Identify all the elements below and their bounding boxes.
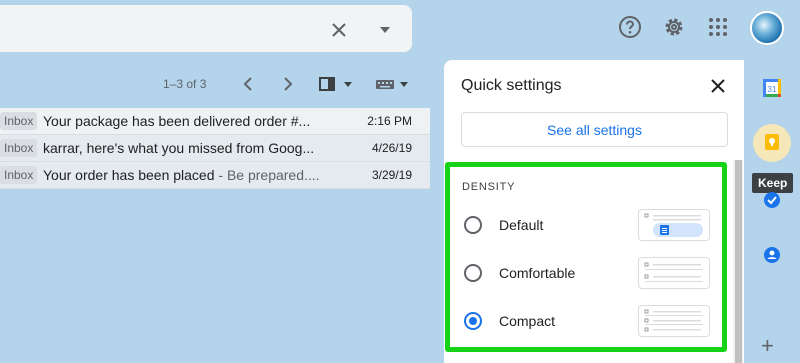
close-icon[interactable] <box>327 18 351 42</box>
comfortable-preview-icon <box>644 262 703 282</box>
mail-text: Your order has been placed - Be prepared… <box>43 167 325 183</box>
inbox-label[interactable]: Inbox <box>0 166 37 184</box>
density-default-label[interactable]: Default <box>499 217 543 233</box>
close-icon[interactable] <box>707 75 729 97</box>
quick-settings-title: Quick settings <box>461 77 562 94</box>
mail-subject: Your order has been placed <box>43 167 215 183</box>
density-comfortable-radio[interactable] <box>464 264 482 282</box>
pager-count: 1–3 of 3 <box>163 77 207 91</box>
mail-text: karrar, here's what you missed from Goog… <box>43 140 325 156</box>
density-default-radio[interactable] <box>464 216 482 234</box>
inbox-label[interactable]: Inbox <box>0 139 37 157</box>
density-comfortable-preview[interactable] <box>638 257 710 289</box>
add-icon[interactable]: + <box>761 333 774 359</box>
side-rail <box>745 60 800 363</box>
table-row[interactable]: Inbox Your order has been placed - Be pr… <box>0 162 430 189</box>
density-compact-label[interactable]: Compact <box>499 313 555 329</box>
caret-down-icon[interactable] <box>373 18 397 42</box>
density-compact-radio[interactable] <box>464 312 482 330</box>
chevron-left-icon[interactable] <box>238 74 258 94</box>
scrollbar-thumb[interactable] <box>735 160 742 363</box>
mail-list: Inbox Your package has been delivered or… <box>0 108 430 189</box>
tasks-icon[interactable] <box>762 190 782 210</box>
mail-time: 3/29/19 <box>371 168 412 182</box>
help-icon[interactable] <box>617 14 643 40</box>
split-pane-icon[interactable] <box>318 74 354 94</box>
calendar-icon[interactable]: 31 <box>762 78 782 98</box>
avatar[interactable] <box>750 11 784 45</box>
keep-icon[interactable] <box>762 133 782 153</box>
compact-preview-icon <box>644 309 703 332</box>
chevron-right-icon[interactable] <box>278 74 298 94</box>
see-all-settings-button[interactable]: See all settings <box>461 112 728 147</box>
mail-snippet: - Be prepared.... <box>214 167 320 183</box>
calendar-day: 31 <box>768 85 777 94</box>
mail-subject: Your package has been delivered order #.… <box>43 113 311 129</box>
mail-text: Your package has been delivered order #.… <box>43 113 325 129</box>
default-preview-icon <box>644 213 703 237</box>
contacts-icon[interactable] <box>762 245 782 265</box>
gear-icon[interactable] <box>661 14 687 40</box>
density-compact-preview[interactable] <box>638 305 710 337</box>
density-title: DENSITY <box>462 181 516 193</box>
table-row[interactable]: Inbox Your package has been delivered or… <box>0 108 430 135</box>
mail-subject: karrar, here's what you missed from Goog… <box>43 140 315 156</box>
keyboard-icon[interactable] <box>374 74 410 94</box>
density-default-preview[interactable] <box>638 209 710 241</box>
inbox-label[interactable]: Inbox <box>0 112 37 130</box>
density-comfortable-label[interactable]: Comfortable <box>499 265 575 281</box>
table-row[interactable]: Inbox karrar, here's what you missed fro… <box>0 135 430 162</box>
mail-time: 4/26/19 <box>371 141 412 155</box>
search-bar[interactable] <box>0 5 412 52</box>
apps-grid-icon[interactable] <box>705 14 731 40</box>
mail-time: 2:16 PM <box>367 114 412 128</box>
